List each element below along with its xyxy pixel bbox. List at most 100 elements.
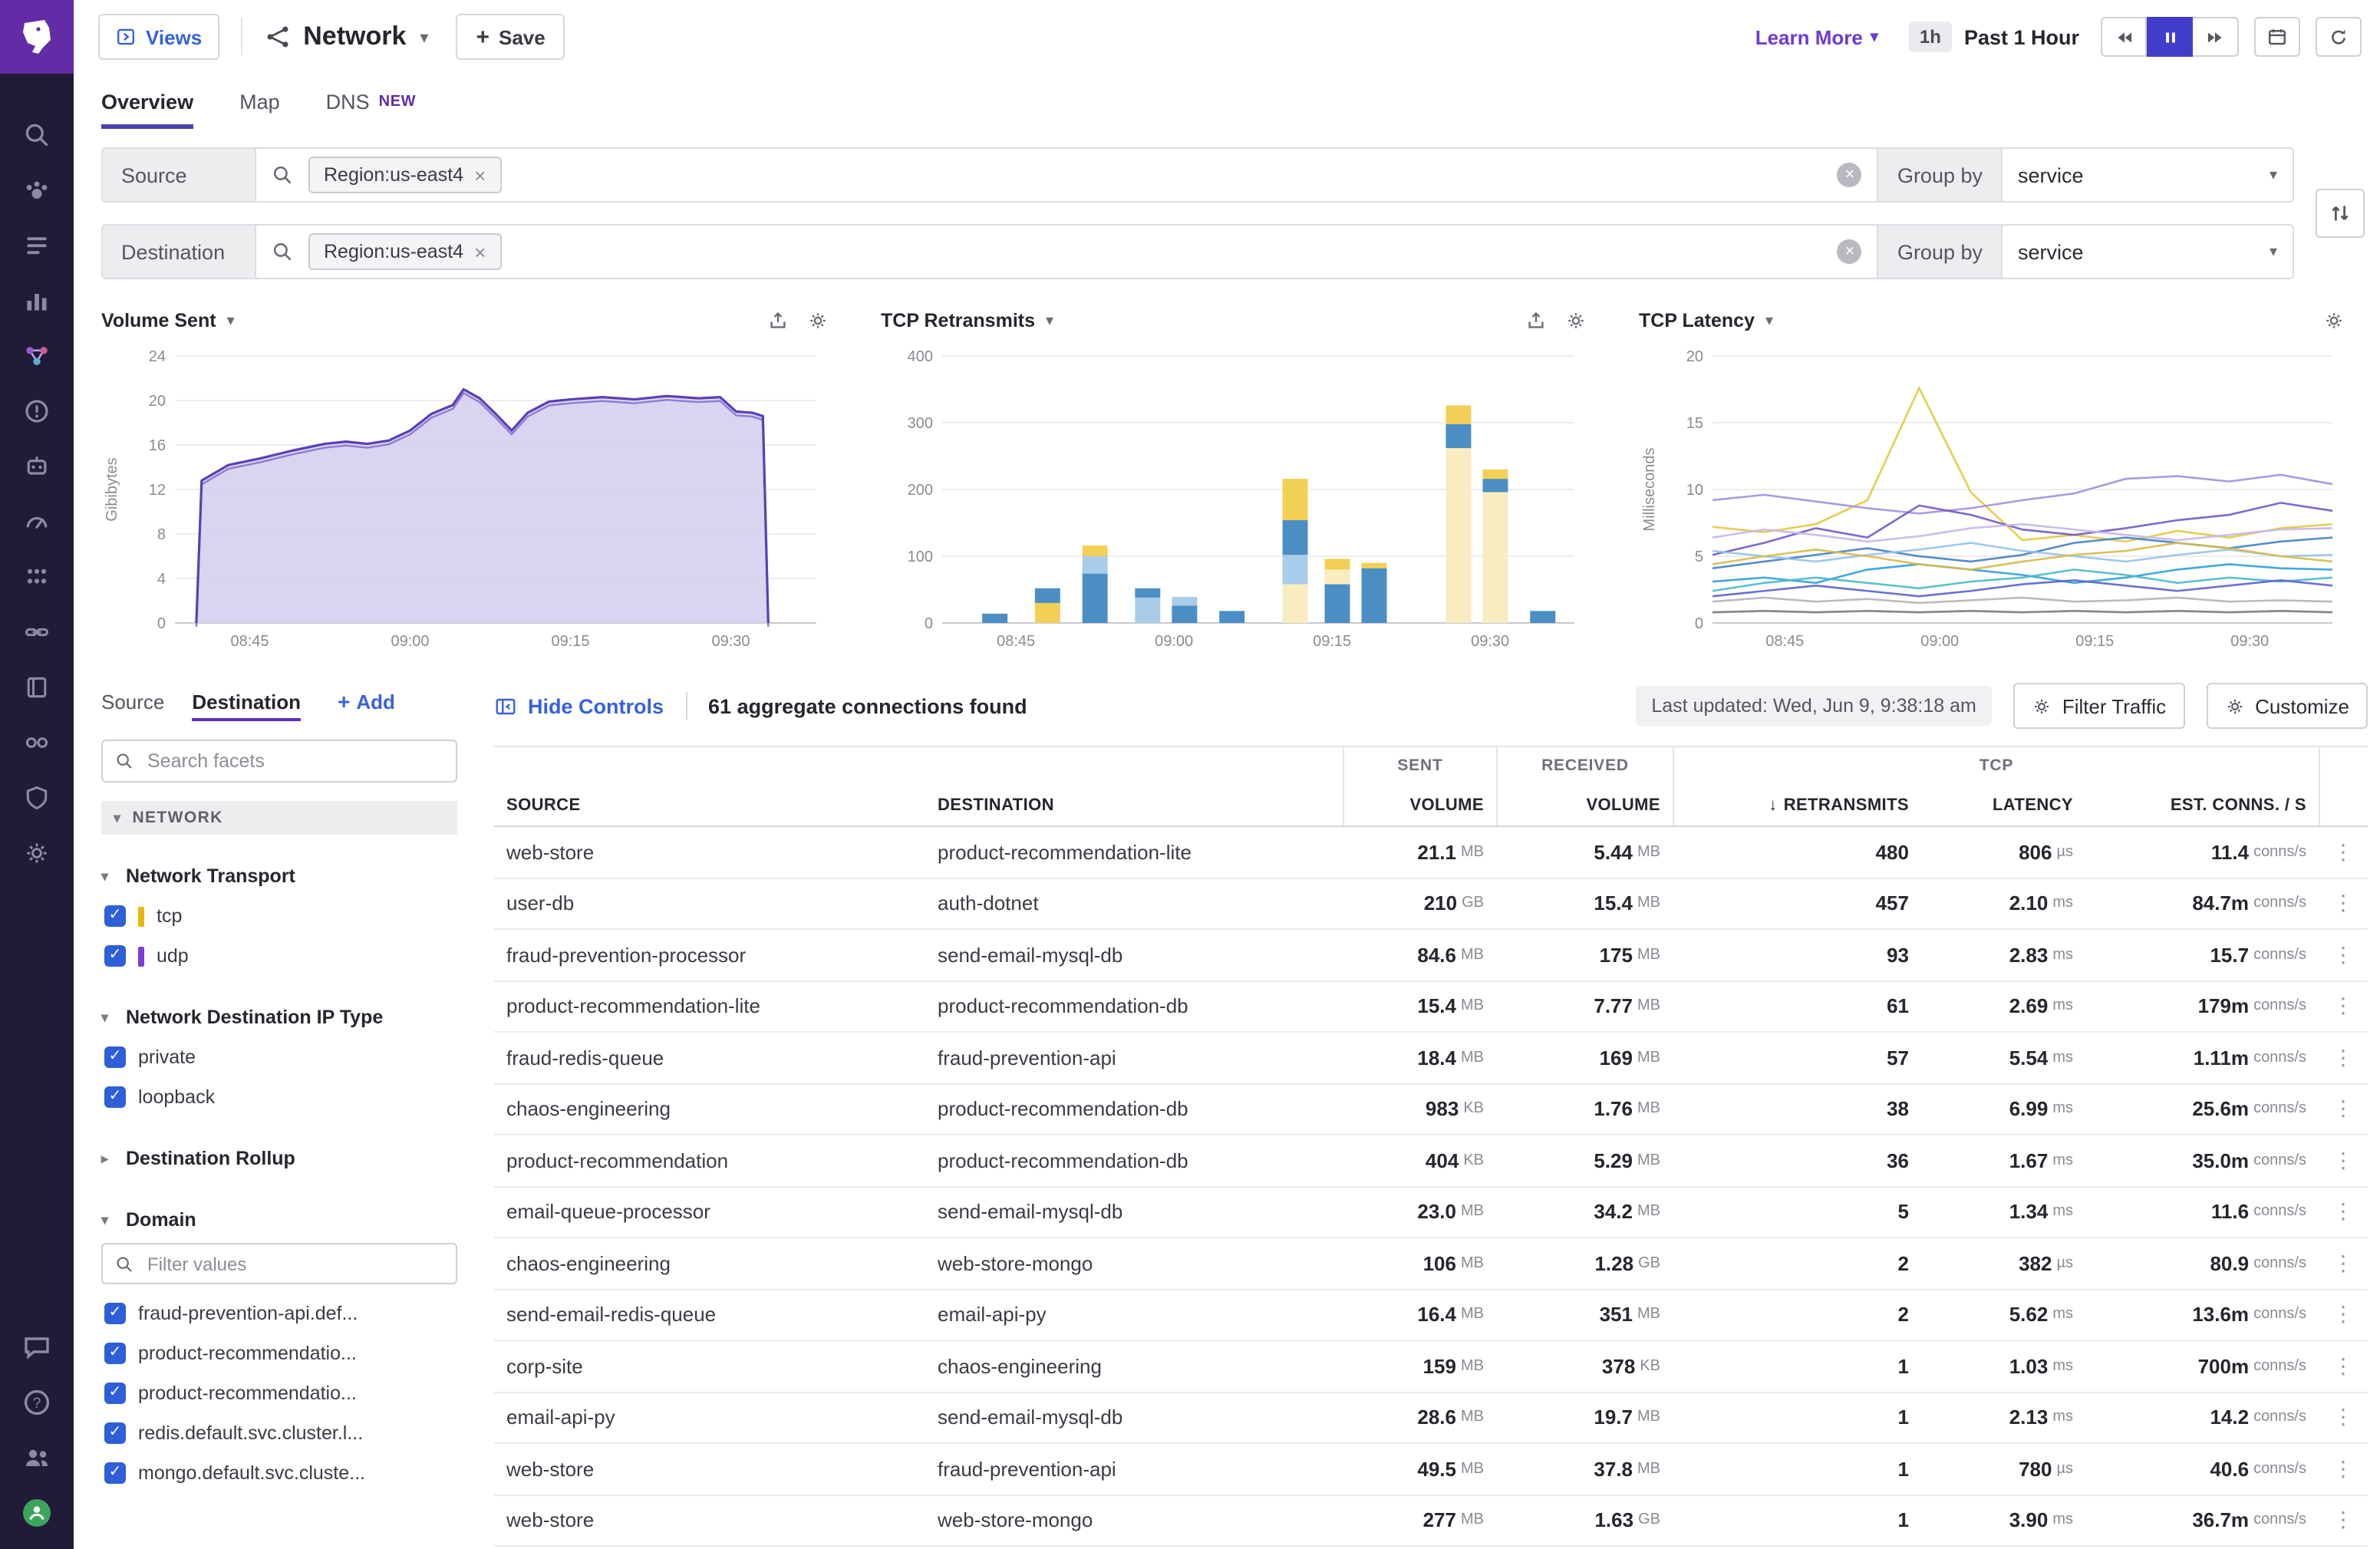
gear-icon[interactable] [1565,310,1587,331]
chevron-down-icon[interactable]: ▾ [1046,312,1053,329]
cell-source[interactable]: product-recommendation-lite [494,981,925,1031]
connection-row[interactable]: web-store web-store-mongo 277MB 1.63GB 1… [494,1495,2368,1547]
cell-destination[interactable]: chaos-engineering [925,1341,1343,1391]
chat-icon[interactable] [9,1320,64,1375]
filter-tag[interactable]: Region:us-east4× [308,157,501,193]
synthetics-icon[interactable] [9,439,64,494]
connection-row[interactable]: chaos-engineering product-recommendation… [494,1084,2368,1135]
swap-source-destination-button[interactable] [2316,189,2365,238]
export-icon[interactable] [767,310,789,331]
network-icon[interactable] [9,328,64,384]
facet-filter-input[interactable] [144,1251,443,1276]
cell-destination[interactable]: web-store-mongo [925,1238,1343,1288]
facet-checkbox-item[interactable]: ✓ tcp [101,896,457,936]
connection-row[interactable]: email-api-py send-email-mysql-db 28.6MB … [494,1392,2368,1444]
tab-overview[interactable]: Overview [101,91,193,129]
cell-destination[interactable]: send-email-mysql-db [925,1392,1343,1442]
learn-more-dropdown[interactable]: Learn More ▾ [1755,25,1878,48]
processes-icon[interactable] [9,549,64,605]
cell-source[interactable]: web-store [494,1444,925,1494]
facet-checkbox-item[interactable]: ✓ fraud-prevention-api.def... [101,1294,457,1333]
remove-tag-icon[interactable]: × [474,240,486,263]
integrations-icon[interactable] [9,605,64,660]
column-received-volume[interactable]: VOLUME [1496,784,1673,826]
security-icon[interactable] [9,770,64,826]
group-by-select[interactable]: service▾ [2001,226,2293,278]
facet-checkbox-item[interactable]: ✓ private [101,1037,457,1077]
views-button[interactable]: Views [98,14,219,60]
cell-destination[interactable]: product-recommendation-lite [925,827,1343,877]
export-icon[interactable] [1525,310,1547,331]
cell-destination[interactable]: send-email-mysql-db [925,930,1343,980]
title-dropdown-caret-icon[interactable]: ▾ [420,27,428,47]
facet-group-header[interactable]: ▾ Network Transport [101,856,457,896]
facet-group-header[interactable]: ▾ Domain [101,1200,457,1240]
row-menu-button[interactable]: ⋮ [2319,1495,2368,1545]
notebooks-icon[interactable] [9,660,64,715]
cell-destination[interactable]: web-store-mongo [925,1495,1343,1545]
row-menu-button[interactable]: ⋮ [2319,1290,2368,1340]
filter-search-area[interactable]: Region:us-east4× × [256,149,1877,201]
tcp-latency-chart[interactable]: 0510152008:4509:0009:1509:30Milliseconds [1639,341,2345,657]
forward-button[interactable] [2193,17,2239,57]
facet-checkbox-item[interactable]: ✓ redis.default.svc.cluster.l... [101,1413,457,1453]
connection-row[interactable]: corp-site chaos-engineering 159MB 378KB … [494,1341,2368,1392]
clear-filter-icon[interactable]: × [1838,239,1862,264]
row-menu-button[interactable]: ⋮ [2319,930,2368,980]
rewind-button[interactable] [2101,17,2147,57]
row-menu-button[interactable]: ⋮ [2319,1444,2368,1494]
customize-button[interactable]: Customize [2206,683,2368,729]
row-menu-button[interactable]: ⋮ [2319,1341,2368,1391]
chevron-down-icon[interactable]: ▾ [1765,312,1773,329]
facet-tab-source[interactable]: Source [101,681,164,721]
column-sent-volume[interactable]: VOLUME [1343,784,1496,826]
settings-icon[interactable] [9,826,64,881]
tab-dns[interactable]: DNS NEW [326,91,417,129]
column-destination[interactable]: DESTINATION [925,784,1343,826]
facet-tab-destination[interactable]: Destination [192,681,301,721]
clear-filter-icon[interactable]: × [1838,163,1862,187]
add-facet-button[interactable]: + Add [338,681,395,721]
calendar-button[interactable] [2254,17,2300,57]
connection-row[interactable]: email-queue-processor send-email-mysql-d… [494,1187,2368,1238]
ci-icon[interactable] [9,715,64,770]
facet-group-header[interactable]: ▸ Destination Rollup [101,1139,457,1178]
cell-destination[interactable]: product-recommendation-db [925,981,1343,1031]
apm-icon[interactable] [9,494,64,549]
filter-scope-label[interactable]: Destination [103,226,256,278]
chevron-down-icon[interactable]: ▾ [227,312,235,329]
connection-row[interactable]: web-store fraud-prevention-api 49.5MB 37… [494,1444,2368,1495]
group-by-select[interactable]: service▾ [2001,149,2293,201]
cell-source[interactable]: email-queue-processor [494,1187,925,1237]
datadog-logo[interactable] [0,0,74,74]
cell-source[interactable]: chaos-engineering [494,1238,925,1288]
cell-destination[interactable]: email-api-py [925,1290,1343,1340]
facet-checkbox-item[interactable]: ✓ loopback [101,1077,457,1117]
gear-icon[interactable] [2323,310,2345,331]
users-icon[interactable] [9,1430,64,1485]
row-menu-button[interactable]: ⋮ [2319,1392,2368,1442]
cell-destination[interactable]: send-email-mysql-db [925,1187,1343,1237]
row-menu-button[interactable]: ⋮ [2319,1187,2368,1237]
cell-source[interactable]: send-email-redis-queue [494,1290,925,1340]
column-retransmits[interactable]: ↓ RETRANSMITS [1673,784,1921,826]
search-facets-input[interactable] [144,749,443,773]
cell-source[interactable]: email-api-py [494,1392,925,1442]
facet-checkbox-item[interactable]: ✓ mongo.default.svc.cluste... [101,1453,457,1493]
watchdog-icon[interactable] [9,163,64,218]
row-menu-button[interactable]: ⋮ [2319,1135,2368,1185]
cell-source[interactable]: fraud-redis-queue [494,1033,925,1083]
connection-row[interactable]: web-store product-recommendation-lite 21… [494,827,2368,878]
time-range-label[interactable]: Past 1 Hour [1964,25,2079,48]
cell-destination[interactable]: fraud-prevention-api [925,1444,1343,1494]
tab-map[interactable]: Map [239,91,280,129]
remove-tag-icon[interactable]: × [474,163,486,186]
user-avatar[interactable] [9,1485,64,1541]
cell-destination[interactable]: product-recommendation-db [925,1084,1343,1134]
metrics-icon[interactable] [9,273,64,328]
monitors-icon[interactable] [9,384,64,439]
refresh-button[interactable] [2316,17,2362,57]
connection-row[interactable]: product-recommendation-lite product-reco… [494,981,2368,1033]
connection-row[interactable]: send-email-redis-queue email-api-py 16.4… [494,1290,2368,1341]
facet-checkbox-item[interactable]: ✓ product-recommendatio... [101,1373,457,1413]
